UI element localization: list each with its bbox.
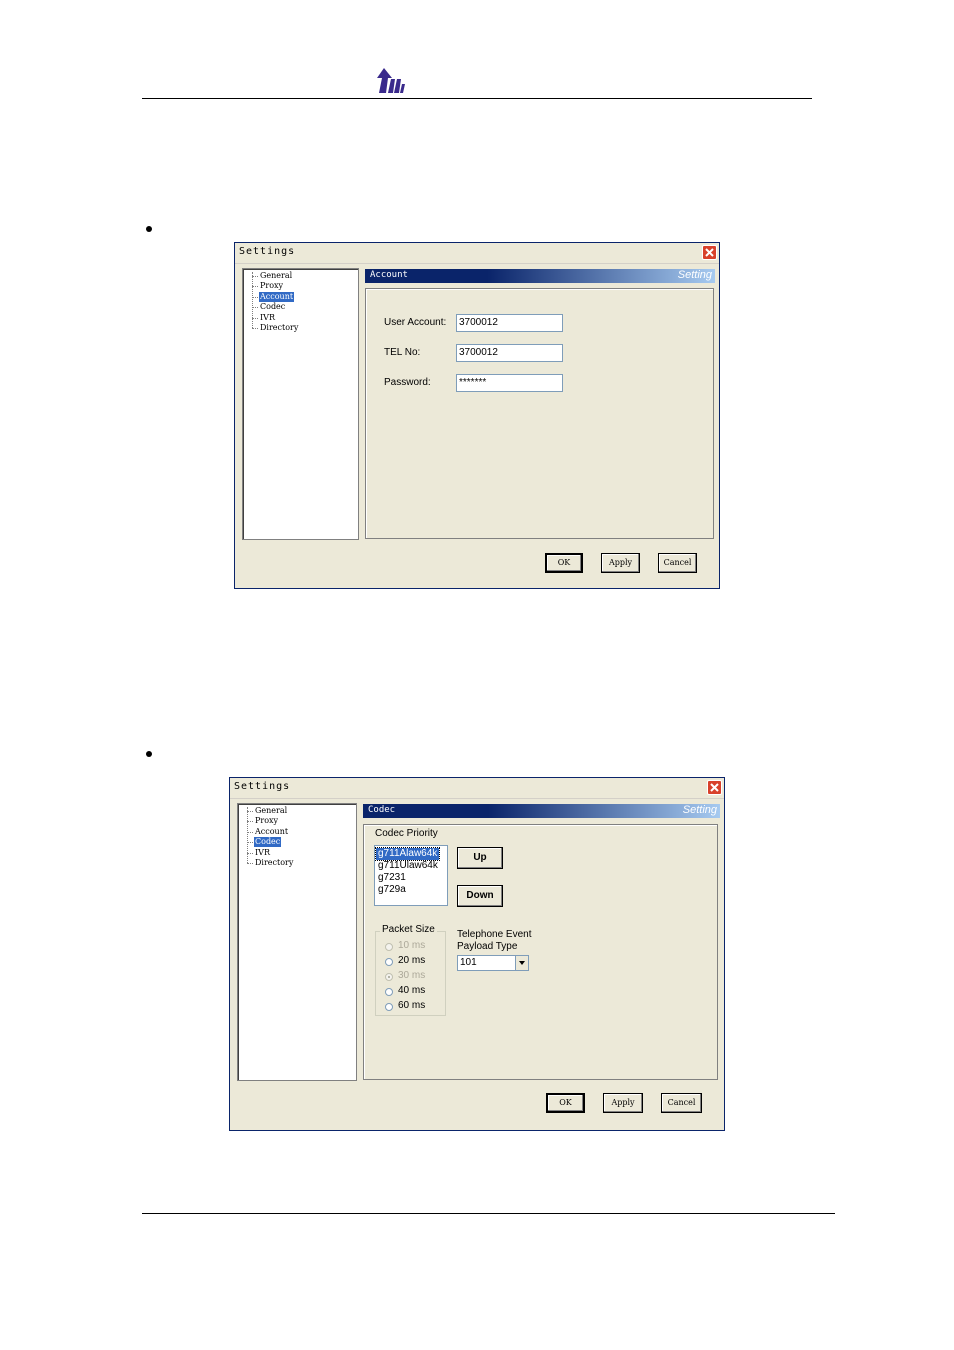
section-setting-label: Setting xyxy=(682,804,717,816)
packet-size-label: Packet Size xyxy=(380,924,437,935)
account-panel: User Account: 3700012 TEL No: 3700012 Pa… xyxy=(365,288,714,539)
section-title: Account xyxy=(370,270,408,280)
close-button[interactable] xyxy=(707,780,722,795)
down-button[interactable]: Down xyxy=(457,885,503,907)
tree-item-account[interactable]: Account xyxy=(259,292,295,302)
close-button[interactable] xyxy=(702,245,717,260)
section-setting-label: Setting xyxy=(677,269,712,281)
ok-button[interactable]: OK xyxy=(546,1093,585,1113)
codec-list[interactable]: g711Alaw64k g711Ulaw64k g7231 g729a xyxy=(374,845,448,906)
tel-no-label: TEL No: xyxy=(384,347,421,358)
packet-size-20-label: 20 ms xyxy=(398,955,426,966)
tel-no-input[interactable]: 3700012 xyxy=(456,344,563,362)
payload-type-label: Payload Type xyxy=(457,941,518,952)
password-input[interactable]: ******* xyxy=(456,374,563,392)
chevron-down-icon[interactable] xyxy=(515,956,528,970)
payload-type-select[interactable]: 101 xyxy=(457,955,529,971)
title-bar: Settings xyxy=(235,243,719,264)
company-logo-icon xyxy=(377,68,405,93)
settings-dialog-account: Settings General Proxy Account Codec IVR… xyxy=(234,242,720,589)
close-icon xyxy=(710,783,719,792)
bullet-1 xyxy=(146,226,152,232)
packet-size-60-label: 60 ms xyxy=(398,1000,426,1011)
dialog-title: Settings xyxy=(234,781,291,792)
codec-item[interactable]: g7231 xyxy=(376,872,408,884)
packet-size-30-label: 30 ms xyxy=(398,970,426,981)
apply-button[interactable]: Apply xyxy=(601,553,640,573)
user-account-label: User Account: xyxy=(384,317,447,328)
section-header: Codec Setting xyxy=(363,804,720,818)
footer-rule xyxy=(142,1213,835,1214)
apply-button[interactable]: Apply xyxy=(603,1093,643,1113)
tree-item-ivr[interactable]: IVR xyxy=(254,848,271,858)
up-button[interactable]: Up xyxy=(457,847,503,869)
tree-item-ivr[interactable]: IVR xyxy=(259,313,276,323)
packet-size-30-radio[interactable] xyxy=(385,973,393,981)
section-title: Codec xyxy=(368,805,396,815)
packet-size-20-radio[interactable] xyxy=(385,958,393,966)
tree-item-general[interactable]: General xyxy=(254,806,288,816)
tree-item-proxy[interactable]: Proxy xyxy=(254,816,279,826)
settings-tree: General Proxy Account Codec IVR Director… xyxy=(237,803,357,1081)
bullet-2 xyxy=(146,751,152,757)
tree-item-directory[interactable]: Directory xyxy=(254,858,294,868)
codec-item[interactable]: g711Alaw64k xyxy=(374,847,441,861)
settings-tree: General Proxy Account Codec IVR Director… xyxy=(242,268,359,540)
codec-item[interactable]: g729a xyxy=(376,884,408,896)
tree-item-general[interactable]: General xyxy=(259,271,293,281)
packet-size-10-label: 10 ms xyxy=(398,940,426,951)
tree-item-codec[interactable]: Codec xyxy=(254,837,282,847)
settings-dialog-codec: Settings General Proxy Account Codec IVR… xyxy=(229,777,725,1131)
codec-item[interactable]: g711Ulaw64k xyxy=(376,860,440,872)
codec-panel: Codec Priority g711Alaw64k g711Ulaw64k g… xyxy=(363,824,718,1080)
codec-priority-label: Codec Priority xyxy=(375,828,438,839)
close-icon xyxy=(705,248,714,257)
packet-size-10-radio[interactable] xyxy=(385,943,393,951)
tree-item-directory[interactable]: Directory xyxy=(259,323,299,333)
tree-item-codec[interactable]: Codec xyxy=(259,302,286,312)
packet-size-40-label: 40 ms xyxy=(398,985,426,996)
ok-button[interactable]: OK xyxy=(545,553,583,573)
tree-item-proxy[interactable]: Proxy xyxy=(259,281,284,291)
cancel-button[interactable]: Cancel xyxy=(661,1093,702,1113)
packet-size-40-radio[interactable] xyxy=(385,988,393,996)
cancel-button[interactable]: Cancel xyxy=(658,553,697,573)
packet-size-60-radio[interactable] xyxy=(385,1003,393,1011)
dialog-title: Settings xyxy=(239,246,296,257)
telephone-event-label: Telephone Event xyxy=(457,929,532,940)
section-header: Account Setting xyxy=(365,269,715,283)
tree-item-account[interactable]: Account xyxy=(254,827,289,837)
password-label: Password: xyxy=(384,377,431,388)
user-account-input[interactable]: 3700012 xyxy=(456,314,563,332)
payload-type-value: 101 xyxy=(460,957,477,968)
title-bar: Settings xyxy=(230,778,724,799)
header-rule xyxy=(142,98,812,99)
